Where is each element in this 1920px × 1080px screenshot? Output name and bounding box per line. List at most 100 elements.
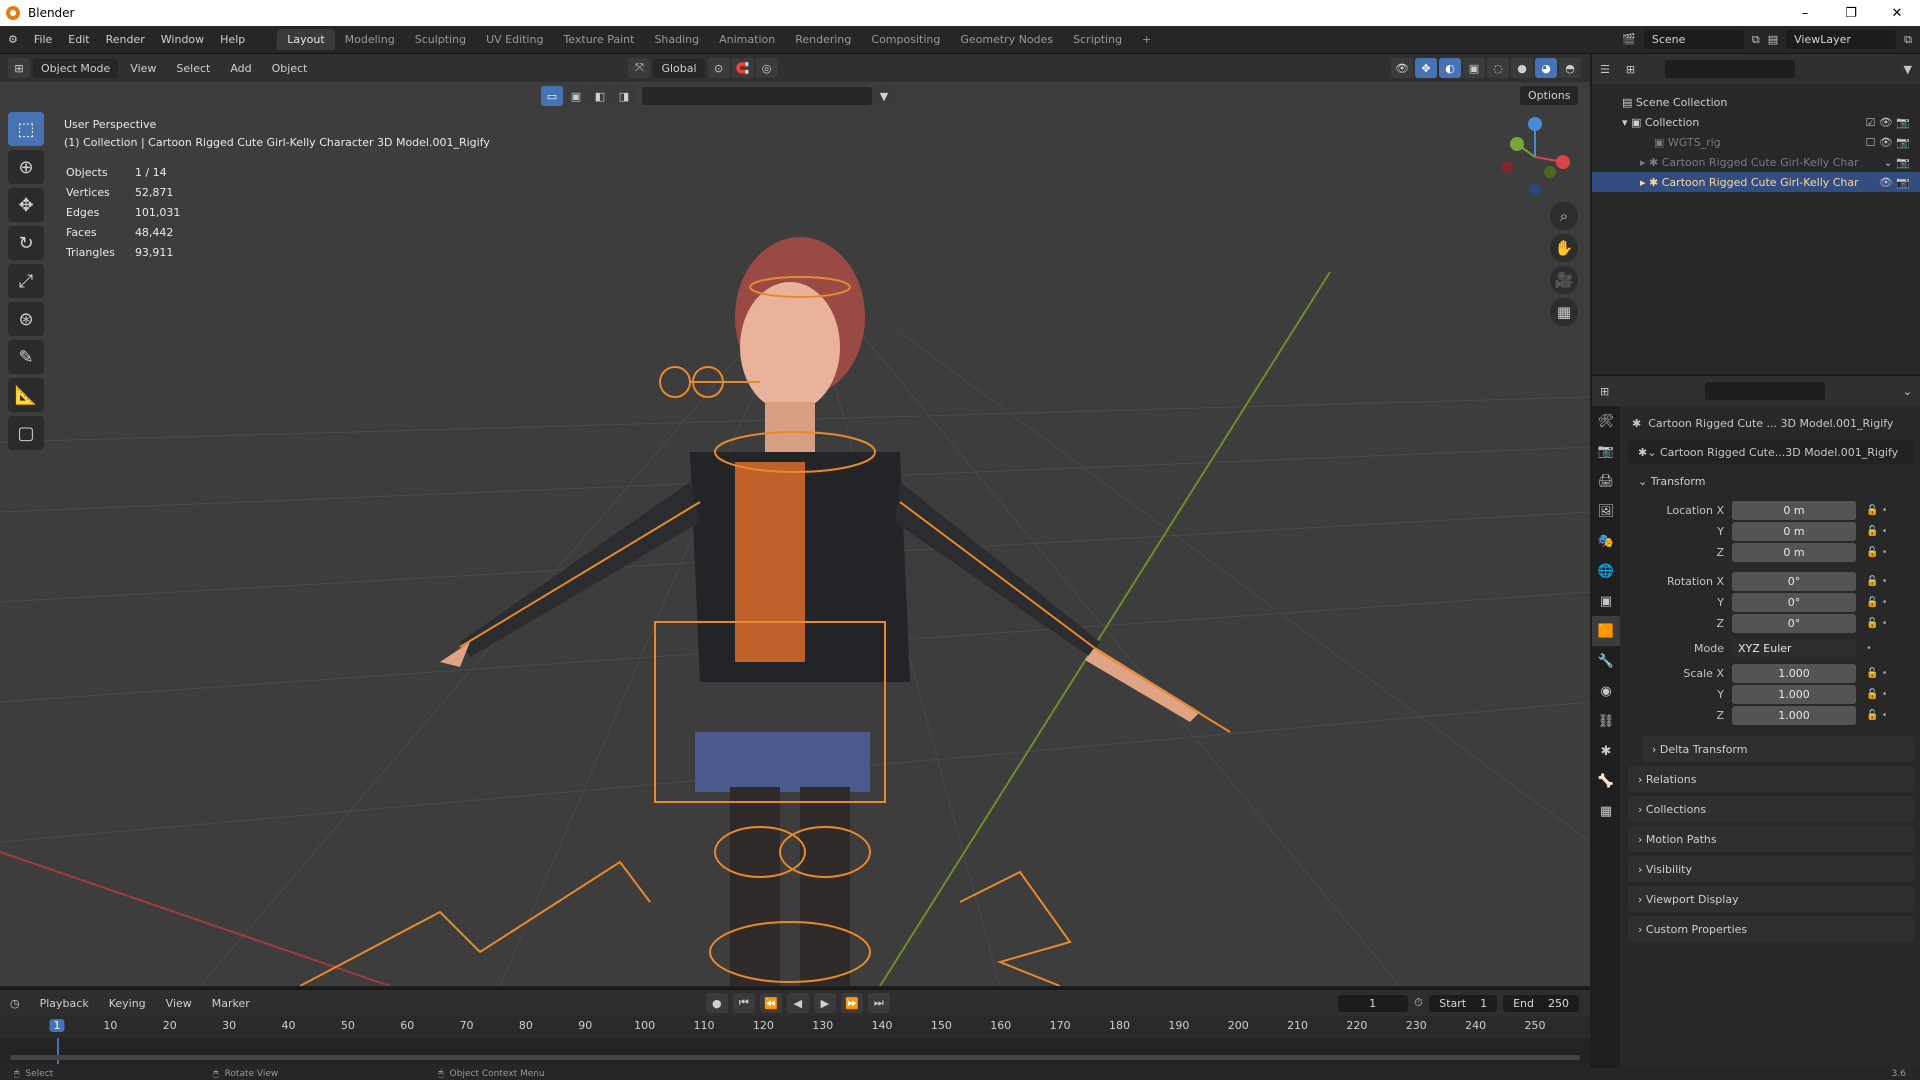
shading-wireframe-icon[interactable]: ◌ [1487,58,1509,78]
rotation-x-field[interactable]: 0° [1732,572,1856,591]
outliner-row[interactable]: ▸ ✱ Cartoon Rigged Cute Girl-Kelly Char … [1592,172,1920,192]
menu-view[interactable]: View [122,59,164,78]
data-tab-icon[interactable]: ✱ [1592,736,1620,766]
viewport-display-section[interactable]: › Viewport Display [1628,886,1914,912]
properties-editor-icon[interactable]: ⊞ [1600,385,1609,398]
location-x-field[interactable]: 0 m [1732,501,1856,520]
proportional-edit-icon[interactable]: ◎ [755,58,778,78]
rotation-z-field[interactable]: 0° [1732,614,1856,633]
outliner-row[interactable]: ▾ ▣ Collection ☑ 👁 📷 [1592,112,1920,132]
view-layer-icon[interactable]: ▤ [1768,33,1778,46]
editor-type-icon[interactable]: ⊞ [8,58,30,78]
timeline-ruler[interactable]: 1 10 20 30 40 50 60 70 80 90 100 110 120 130 140 150 160… [0,1016,1590,1038]
lock-icon[interactable]: 🔓 • [1866,618,1888,629]
start-frame-field[interactable]: Start 1 [1429,994,1498,1012]
rotation-y-field[interactable]: 0° [1732,593,1856,612]
snap-icon[interactable]: 🧲 [731,58,754,78]
orientation-dropdown[interactable]: Global [653,58,705,78]
lock-icon[interactable]: 🔓 • [1866,597,1888,608]
menu-marker[interactable]: Marker [204,994,258,1013]
perspective-toggle-icon[interactable]: ▦ [1550,298,1578,326]
lock-icon[interactable]: 🔓 • [1866,576,1888,587]
transform-section[interactable]: ⌄ Transform [1628,468,1914,494]
display-mode-icon[interactable]: ⊞ [1626,63,1635,76]
tool-tab-icon[interactable]: 🛠 [1592,406,1620,436]
next-keyframe-icon[interactable]: ⏩ [840,993,863,1013]
scene-icon[interactable]: 🎬 [1622,33,1636,46]
blender-menu-icon[interactable]: ⚙ [0,33,26,46]
bone-tab-icon[interactable]: 🦴 [1592,766,1620,796]
physics-tab-icon[interactable]: ◉ [1592,676,1620,706]
gizmo-toggle-icon[interactable]: ✥ [1415,58,1437,78]
data-name-row[interactable]: ✱⌄ Cartoon Rigged Cute...3D Model.001_Ri… [1628,440,1914,464]
select-extend-icon[interactable]: ▣ [565,86,587,106]
new-view-layer-icon[interactable]: ⧉ [1904,33,1912,47]
view-layer-selector[interactable]: ViewLayer [1786,30,1897,49]
annotate-tool-icon[interactable]: ✎ [8,340,44,374]
new-scene-icon[interactable]: ⧉ [1752,33,1760,47]
menu-playback[interactable]: Playback [32,994,97,1013]
tab-geometry-nodes[interactable]: Geometry Nodes [950,29,1063,50]
location-z-field[interactable]: 0 m [1732,543,1856,562]
search-field[interactable] [642,87,872,105]
view-layer-tab-icon[interactable]: 🖼 [1592,496,1620,526]
visibility-icon[interactable]: 👁 [1391,58,1413,78]
motion-paths-section[interactable]: › Motion Paths [1628,826,1914,852]
timeline-editor-icon[interactable]: ◷ [2,994,28,1013]
play-icon[interactable]: ▶ [813,993,836,1013]
row-toggles[interactable]: ☑ 👁 📷 [1865,116,1920,129]
outliner-row[interactable]: ▣ WGTS_rig ☐ 👁 📷 [1592,132,1920,152]
tab-animation[interactable]: Animation [709,29,785,50]
tab-rendering[interactable]: Rendering [785,29,861,50]
menu-object[interactable]: Object [264,59,316,78]
scale-z-field[interactable]: 1.000 [1732,706,1856,725]
play-reverse-icon[interactable]: ◀ [786,993,809,1013]
cursor-tool-icon[interactable]: ⊕ [8,150,44,184]
lock-icon[interactable]: 🔓 • [1866,668,1888,679]
filter-icon[interactable]: ▼ [1904,63,1912,76]
constraints-tab-icon[interactable]: ⛓ [1592,706,1620,736]
minimize-button[interactable]: – [1782,6,1828,21]
current-frame-field[interactable]: 1 [1337,994,1408,1012]
jump-end-icon[interactable]: ⏭ [867,993,890,1013]
transform-tool-icon[interactable]: ⊛ [8,302,44,336]
mode-dropdown[interactable]: Object Mode [33,58,119,78]
lock-icon[interactable]: 🔓 • [1866,547,1888,558]
scale-y-field[interactable]: 1.000 [1732,685,1856,704]
select-intersect-icon[interactable]: ◨ [613,86,635,106]
end-frame-field[interactable]: End 250 [1503,994,1579,1012]
select-tool-icon[interactable]: ⬚ [8,112,44,146]
scale-x-field[interactable]: 1.000 [1732,664,1856,683]
outliner-search[interactable] [1665,60,1796,78]
playhead[interactable] [57,1038,59,1064]
preview-range-icon[interactable]: ⏱ [1411,996,1427,1010]
menu-file[interactable]: File [26,33,60,46]
menu-edit[interactable]: Edit [60,33,97,46]
render-tab-icon[interactable]: 📷 [1592,436,1620,466]
menu-help[interactable]: Help [212,33,253,46]
scene-tab-icon[interactable]: 🎭 [1592,526,1620,556]
outliner-editor-icon[interactable]: ☰ [1600,63,1610,76]
scene-selector[interactable]: Scene [1643,30,1744,49]
tab-scripting[interactable]: Scripting [1063,29,1132,50]
output-tab-icon[interactable]: 🖨 [1592,466,1620,496]
tab-shading[interactable]: Shading [644,29,709,50]
menu-window[interactable]: Window [153,33,212,46]
add-workspace-button[interactable]: + [1132,29,1161,50]
pan-hand-icon[interactable]: ✋ [1550,234,1578,262]
panel-options-icon[interactable]: ⌄ [1903,385,1920,398]
menu-timeline-view[interactable]: View [158,994,200,1013]
properties-search[interactable] [1705,382,1826,400]
outliner-row[interactable]: ▸ ✱ Cartoon Rigged Cute Girl-Kelly Char … [1592,152,1920,172]
measure-tool-icon[interactable]: 📐 [8,378,44,412]
prev-keyframe-icon[interactable]: ⏪ [759,993,782,1013]
world-tab-icon[interactable]: 🌐 [1592,556,1620,586]
lock-icon[interactable]: 🔓 • [1866,526,1888,537]
pivot-icon[interactable]: ⊙ [707,58,730,78]
lock-icon[interactable]: 🔓 • [1866,710,1888,721]
tab-compositing[interactable]: Compositing [861,29,950,50]
record-icon[interactable]: ● [705,993,728,1013]
texture-tab-icon[interactable]: ▦ [1592,796,1620,826]
expand-icon[interactable]: ▸ [1640,156,1649,169]
close-button[interactable]: ✕ [1874,6,1920,21]
